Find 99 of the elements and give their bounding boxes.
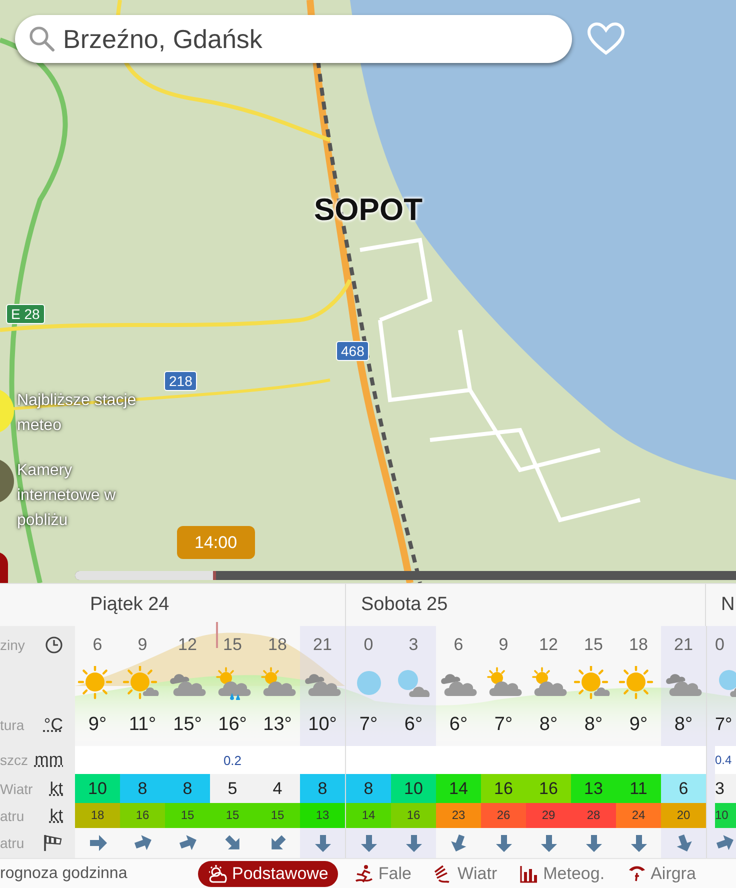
wind-gust-cell: 28 — [571, 803, 616, 828]
section-title: rognoza godzinna — [0, 865, 128, 883]
hour-label: 18 — [629, 634, 648, 656]
wind-speed-cell: 13 — [571, 774, 616, 803]
temperature-value: 6° — [404, 713, 423, 737]
unit-label: kt — [50, 806, 63, 826]
sun-cloud-icon — [208, 864, 228, 884]
forecast-tab[interactable]: Podstawowe — [198, 861, 338, 887]
forecast-tab[interactable]: Fale — [348, 861, 418, 887]
temperature-value: 8° — [674, 713, 693, 737]
temperature-value: 9° — [629, 713, 648, 737]
temperature-value: 6° — [449, 713, 468, 737]
precipitation-value: 0.2 — [223, 752, 242, 768]
row-label: Wiatr — [0, 780, 33, 796]
day-label[interactable]: N — [721, 594, 735, 616]
forecast-tab[interactable]: Airgra — [620, 861, 702, 887]
wind-speed-cell: 10 — [391, 774, 436, 803]
paraglider-icon — [626, 864, 647, 884]
search-field[interactable]: Brzeźno, Gdańsk — [15, 15, 572, 63]
wind-gust-cell: 20 — [661, 803, 706, 828]
forecast-tab[interactable]: Wiatr — [427, 861, 504, 887]
day-label[interactable]: Sobota 25 — [361, 594, 448, 616]
precipitation-cell — [661, 746, 706, 774]
hour-label: 9 — [498, 634, 508, 656]
wind-speed-cell: 16 — [481, 774, 526, 803]
bar-chart-icon — [519, 864, 540, 884]
temperature-value: 9° — [88, 713, 107, 737]
day-label[interactable]: Piątek 24 — [90, 594, 170, 616]
hour-label: 9 — [138, 634, 148, 656]
temperature-value: 16° — [218, 713, 247, 737]
wind-gust-cell: 16 — [391, 803, 436, 828]
wind-speed-cell: 6 — [661, 774, 706, 803]
timeline-slider[interactable] — [75, 571, 736, 580]
wind-speed-cell: 16 — [526, 774, 571, 803]
precipitation-cell — [300, 746, 345, 774]
hour-label: 0 — [715, 634, 724, 656]
temperature-value: 15° — [173, 713, 202, 737]
row-label: atru — [0, 835, 24, 851]
wind-speed-cell: 3 — [715, 774, 736, 803]
wind-speed-cell: 8 — [346, 774, 391, 803]
wind-gust-cell: 14 — [346, 803, 391, 828]
wind-gust-cell: 13 — [300, 803, 345, 828]
wind-speed-cell: 11 — [616, 774, 661, 803]
search-text: Brzeźno, Gdańsk — [63, 24, 262, 54]
hour-label: 21 — [313, 634, 332, 656]
road-number-badge: 468 — [336, 341, 370, 361]
hour-label: 12 — [178, 634, 197, 656]
search-icon — [29, 26, 55, 52]
unit-label: mm — [34, 750, 63, 770]
wind-speed-cell: 8 — [120, 774, 165, 803]
clock-icon — [45, 636, 63, 654]
row-label: tura — [0, 716, 24, 732]
road-number-badge: 218 — [164, 371, 198, 391]
wind-gust-cell: 15 — [255, 803, 300, 828]
hour-label: 3 — [408, 634, 418, 656]
wind-gust-cell: 15 — [210, 803, 255, 828]
wind-gust-cell: 23 — [436, 803, 481, 828]
windsock-icon — [43, 834, 63, 852]
row-label: atru — [0, 808, 24, 824]
hour-label: 21 — [674, 634, 693, 656]
wind-speed-cell: 10 — [75, 774, 120, 803]
precipitation-cell — [346, 746, 391, 774]
hour-label: 18 — [268, 634, 287, 656]
wind-gust-cell: 29 — [526, 803, 571, 828]
temperature-value: 7° — [359, 713, 378, 737]
wind-gust-cell: 15 — [165, 803, 210, 828]
wind-gust-cell: 10 — [715, 803, 736, 828]
surfer-icon — [354, 864, 374, 884]
hour-label: 12 — [539, 634, 558, 656]
wind-speed-cell: 14 — [436, 774, 481, 803]
temperature-value: 7° — [494, 713, 513, 737]
wind-speed-cell: 8 — [165, 774, 210, 803]
wind-speed-cell: 5 — [210, 774, 255, 803]
temperature-value: 8° — [539, 713, 558, 737]
wind-gust-cell: 18 — [75, 803, 120, 828]
wind-gust-cell: 16 — [120, 803, 165, 828]
temperature-value: 11° — [128, 713, 156, 737]
wind-speed-cell: 4 — [255, 774, 300, 803]
hour-label: 15 — [223, 634, 242, 656]
temperature-value: 13° — [263, 713, 292, 737]
wind-speed-cell: 8 — [300, 774, 345, 803]
unit-label: °C — [44, 714, 63, 734]
row-label: szcz — [0, 752, 28, 768]
time-bubble[interactable]: 14:00 — [176, 526, 255, 559]
forecast-tab[interactable]: Meteog. — [513, 861, 611, 887]
temperature-value: 7° — [715, 713, 732, 736]
temperature-value: 10° — [308, 713, 337, 737]
temperature-value: 8° — [584, 713, 603, 737]
hour-label: 6 — [92, 634, 102, 656]
hour-label: 6 — [454, 634, 464, 656]
row-label: ziny — [0, 636, 25, 652]
hour-label: 0 — [364, 634, 374, 656]
wind-gust-cell: 26 — [481, 803, 526, 828]
precipitation-value: 0.4 — [715, 753, 732, 767]
hour-label: 15 — [584, 634, 603, 656]
road-number-badge: E 28 — [6, 304, 45, 324]
precipitation-cell — [75, 746, 120, 774]
unit-label: kt — [50, 778, 63, 798]
wind-gust-cell: 24 — [616, 803, 661, 828]
